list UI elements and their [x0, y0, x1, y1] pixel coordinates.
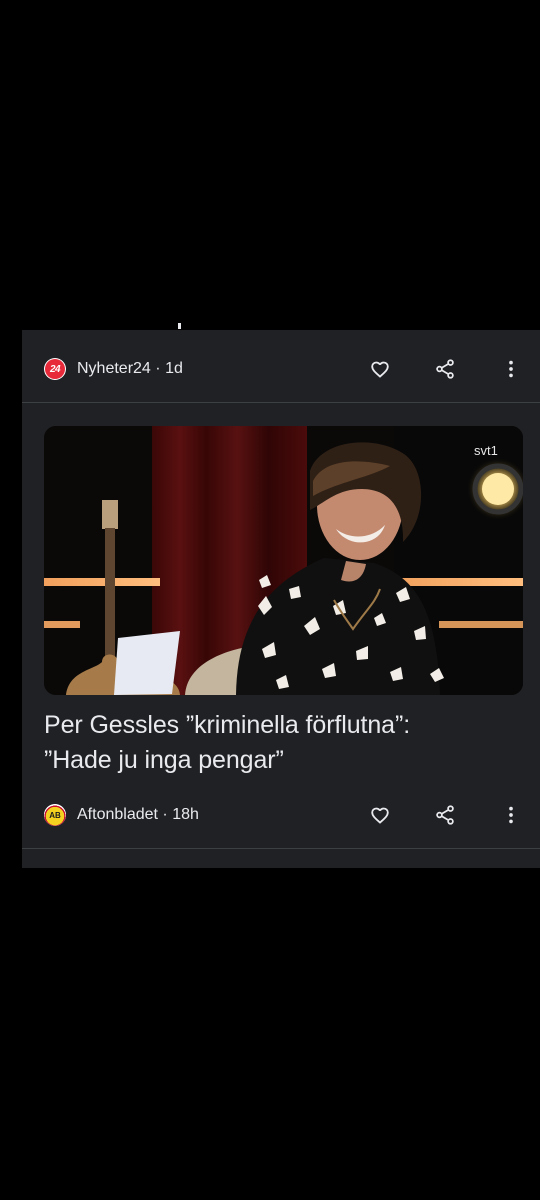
heart-outline-icon — [371, 807, 389, 824]
article-age: 18h — [172, 806, 199, 823]
more-options-button[interactable] — [494, 352, 528, 386]
more-options-button[interactable] — [494, 798, 528, 832]
article-headline[interactable]: Per Gessles ”kriminella förflutna”: ”Had… — [44, 708, 514, 778]
article-divider — [22, 848, 540, 849]
aftonbladet-logo-mark: AB — [44, 804, 66, 826]
article-photo: svt1 — [44, 426, 523, 695]
article-source-row: AB Aftonbladet · 18h — [22, 795, 540, 835]
aftonbladet-logo[interactable]: AB — [44, 804, 66, 826]
svt1-watermark: svt1 — [474, 443, 498, 458]
like-button[interactable] — [363, 352, 397, 386]
more-vertical-icon — [509, 360, 513, 378]
separator-dot: · — [155, 360, 161, 377]
article-source-row: 24 Nyheter24 · 1d — [22, 349, 540, 389]
separator-dot: · — [162, 806, 168, 823]
heart-outline-icon — [371, 361, 389, 378]
more-vertical-icon — [509, 806, 513, 824]
source-name: Aftonbladet — [77, 806, 158, 823]
headline-line-2: ”Hade ju inga pengar” — [44, 746, 284, 774]
nyheter24-logo-mark: 24 — [45, 359, 65, 379]
like-button[interactable] — [363, 798, 397, 832]
share-icon — [436, 805, 454, 825]
headline-line-1: Per Gessles ”kriminella förflutna”: — [44, 711, 411, 739]
article-image-per-gessle[interactable]: svt1 — [44, 426, 523, 695]
news-feed-panel: 24 Nyheter24 · 1d svt1 Per Gessles ”krim… — [22, 330, 540, 868]
source-name-and-age[interactable]: Aftonbladet · 18h — [77, 806, 199, 824]
source-name: Nyheter24 — [77, 360, 151, 377]
article-divider — [22, 402, 540, 403]
share-icon — [436, 359, 454, 379]
share-button[interactable] — [428, 798, 462, 832]
source-name-and-age[interactable]: Nyheter24 · 1d — [77, 360, 183, 378]
article-age: 1d — [165, 360, 183, 377]
nyheter24-logo[interactable]: 24 — [44, 358, 66, 380]
share-button[interactable] — [428, 352, 462, 386]
